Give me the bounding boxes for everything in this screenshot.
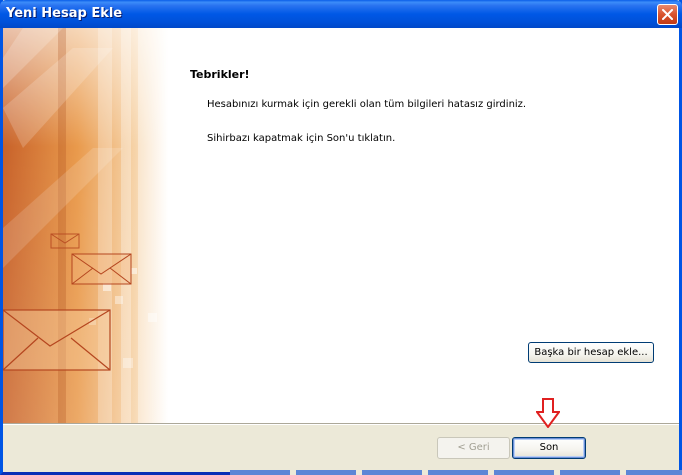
- finish-instruction: Sihirbazı kapatmak için Son'u tıklatın.: [207, 133, 396, 144]
- wizard-content: Tebrikler! Hesabınızı kurmak için gerekl…: [3, 28, 679, 423]
- taskbar-strip: [230, 470, 682, 475]
- envelope-icon: [3, 309, 111, 371]
- footer-separator: [3, 423, 679, 425]
- close-icon: [662, 9, 673, 20]
- red-down-arrow-icon: [536, 398, 560, 428]
- success-message: Hesabınızı kurmak için gerekli olan tüm …: [207, 99, 527, 110]
- wizard-banner-image: [3, 28, 168, 423]
- title-bar[interactable]: Yeni Hesap Ekle: [0, 0, 682, 28]
- congrats-heading: Tebrikler!: [190, 68, 250, 81]
- add-another-account-button[interactable]: Başka bir hesap ekle...: [528, 342, 654, 363]
- wizard-window: Yeni Hesap Ekle Tebrikler! Hesabınızı ku…: [0, 0, 682, 475]
- window-title: Yeni Hesap Ekle: [6, 6, 123, 21]
- finish-button[interactable]: Son: [512, 437, 586, 459]
- close-button[interactable]: [657, 4, 678, 25]
- back-button[interactable]: < Geri: [437, 437, 510, 459]
- envelope-icon: [71, 253, 132, 285]
